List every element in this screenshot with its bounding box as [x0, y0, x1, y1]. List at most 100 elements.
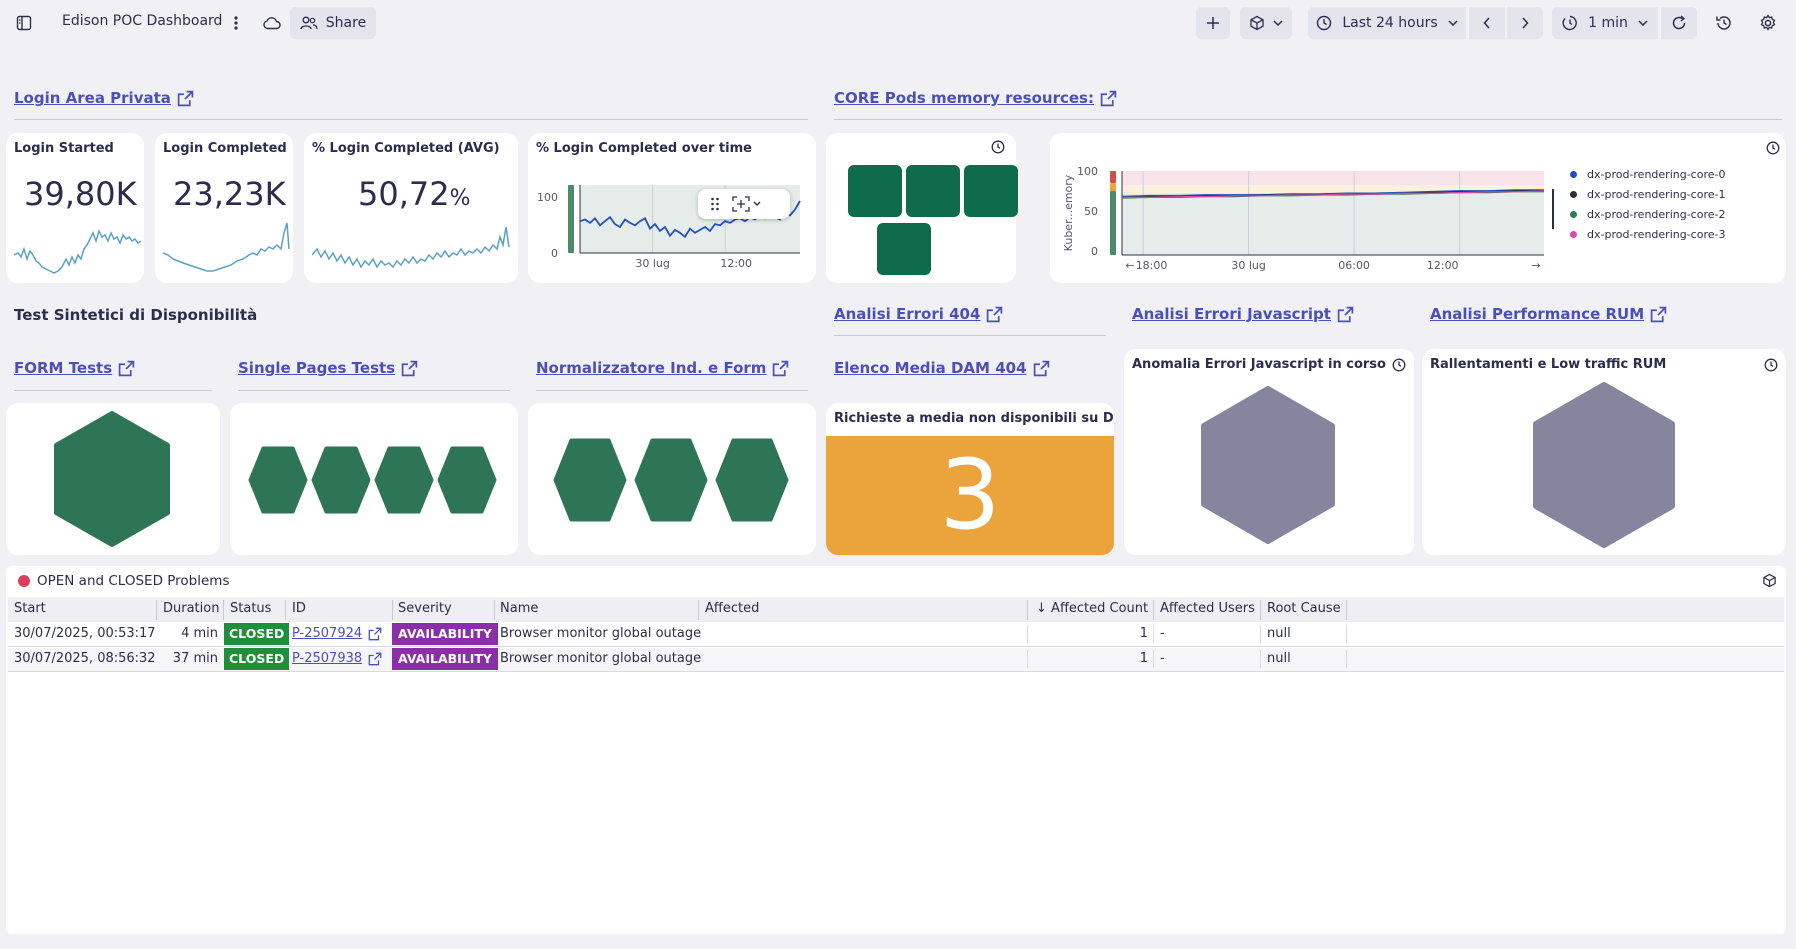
chevron-left-icon [1483, 17, 1490, 29]
status-hexagon[interactable] [552, 437, 628, 523]
cube-icon[interactable] [1762, 573, 1777, 588]
normalizzatore-tile[interactable] [528, 403, 816, 555]
sidebar-toggle-icon[interactable] [12, 7, 36, 39]
core-pods-section-label: CORE Pods memory resources: [834, 89, 1094, 107]
cell-root-cause: null [1267, 626, 1291, 641]
legend-item[interactable]: dx-prod-rendering-core-2 [1570, 208, 1725, 221]
legend-scroll-indicator[interactable] [1552, 189, 1554, 229]
legend-item[interactable]: dx-prod-rendering-core-1 [1570, 188, 1725, 201]
timeframe-next-button[interactable] [1507, 7, 1543, 39]
column-divider[interactable] [1153, 600, 1154, 620]
external-link-icon [773, 360, 789, 376]
column-header-affected-users[interactable]: Affected Users [1160, 601, 1255, 619]
status-hexagon[interactable] [311, 445, 371, 515]
timeframe-selector[interactable]: Last 24 hours [1308, 7, 1466, 39]
problem-id-link[interactable]: P-2507938 [292, 648, 362, 670]
pod-cell[interactable] [848, 165, 902, 217]
threshold-bar [568, 185, 574, 253]
column-divider[interactable] [1260, 600, 1261, 620]
column-header-affected[interactable]: Affected [705, 601, 759, 619]
normalizzatore-link[interactable]: Normalizzatore Ind. e Form [536, 359, 789, 377]
cell-affected-count: 1 [1139, 626, 1148, 641]
threshold-band-ok [1122, 193, 1544, 255]
status-hexagon[interactable] [633, 437, 709, 523]
more-menu-icon[interactable] [224, 7, 248, 39]
timeframe-label: Last 24 hours [1342, 15, 1438, 31]
problem-id-link[interactable]: P-2507924 [292, 623, 362, 645]
form-tests-tile[interactable] [6, 403, 220, 555]
column-header-duration[interactable]: Duration [163, 601, 219, 619]
column-divider[interactable] [1027, 600, 1028, 620]
status-hexagon[interactable] [1530, 381, 1678, 549]
legend-item[interactable]: dx-prod-rendering-core-3 [1570, 228, 1725, 241]
column-header-start[interactable]: Start [14, 601, 46, 619]
clock-icon [1392, 358, 1406, 372]
settings-gear-icon[interactable] [1754, 7, 1782, 39]
single-pages-tile[interactable] [230, 403, 518, 555]
column-divider[interactable] [1346, 600, 1347, 620]
timeframe-previous-button[interactable] [1469, 7, 1505, 39]
refresh-button[interactable] [1661, 7, 1697, 39]
login-completed-tile[interactable]: Login Completed 23,23K [155, 133, 293, 283]
core-pods-section-link[interactable]: CORE Pods memory resources: [834, 89, 1117, 107]
media-dam-label: Elenco Media DAM 404 [834, 359, 1027, 377]
pod-cell[interactable] [877, 223, 931, 275]
table-header-row [8, 597, 1784, 622]
rum-slowdown-tile[interactable]: Rallentamenti e Low traffic RUM [1422, 349, 1786, 555]
share-button[interactable]: Share [290, 7, 376, 39]
pod-cell[interactable] [964, 165, 1018, 217]
column-header-affected-count[interactable]: ↓ Affected Count [1036, 601, 1148, 619]
drag-handle-icon[interactable] [710, 197, 720, 211]
login-started-tile[interactable]: Login Started 39,80K [6, 133, 144, 283]
column-divider[interactable] [698, 600, 699, 620]
threshold-bar-ok [1110, 191, 1116, 255]
cell-id[interactable]: P-2507924 [292, 623, 382, 645]
cloud-sync-icon[interactable] [260, 7, 284, 39]
refresh-interval-selector[interactable]: 1 min [1552, 7, 1658, 39]
column-header-severity[interactable]: Severity [398, 601, 452, 619]
tile-value: 39,80K [24, 175, 137, 213]
legend-item[interactable]: dx-prod-rendering-core-0 [1570, 168, 1725, 181]
column-divider[interactable] [494, 600, 495, 620]
cell-id[interactable]: P-2507938 [292, 648, 382, 670]
add-tile-button[interactable] [1196, 7, 1230, 39]
core-pods-honeycomb-tile[interactable] [826, 133, 1018, 283]
tile-title: % Login Completed (AVG) [312, 141, 500, 156]
column-divider[interactable] [392, 600, 393, 620]
single-pages-link[interactable]: Single Pages Tests [238, 359, 418, 377]
rum-section-link[interactable]: Analisi Performance RUM [1430, 305, 1667, 323]
status-hexagon[interactable] [248, 445, 308, 515]
column-header-name[interactable]: Name [500, 601, 538, 619]
history-icon[interactable] [1710, 7, 1738, 39]
column-divider[interactable] [223, 600, 224, 620]
js-anomaly-tile[interactable]: Anomalia Errori Javascript in corso [1124, 349, 1414, 555]
column-header-status[interactable]: Status [230, 601, 271, 619]
status-hexagon[interactable] [1198, 385, 1338, 545]
status-hexagon[interactable] [374, 445, 434, 515]
external-link-icon [1100, 90, 1117, 106]
clock-icon [1317, 15, 1332, 31]
errors-404-section-link[interactable]: Analisi Errori 404 [834, 305, 1003, 323]
media-dam-link[interactable]: Elenco Media DAM 404 [834, 359, 1050, 377]
errors-js-section-link[interactable]: Analisi Errori Javascript [1132, 305, 1354, 323]
dam-media-tile[interactable]: Richieste a media non disponibili su DAM… [826, 403, 1114, 555]
column-header-id[interactable]: ID [292, 601, 306, 619]
rum-label: Analisi Performance RUM [1430, 305, 1645, 323]
login-over-time-tile[interactable]: % Login Completed over time 0 100 30 lug 12… [528, 133, 816, 283]
status-hexagon[interactable] [52, 411, 172, 547]
status-hexagon[interactable] [714, 437, 790, 523]
column-divider[interactable] [285, 600, 286, 620]
dashboard-title[interactable]: Edison POC Dashboard [62, 13, 222, 29]
segments-button[interactable] [1240, 7, 1292, 39]
login-pct-tile[interactable]: % Login Completed (AVG) 50,72% [304, 133, 518, 283]
login-section-link[interactable]: Login Area Privata [14, 89, 194, 107]
sort-descending-icon: ↓ [1036, 601, 1047, 616]
status-hexagon[interactable] [437, 445, 497, 515]
pod-cell[interactable] [906, 165, 960, 217]
form-tests-link[interactable]: FORM Tests [14, 359, 135, 377]
column-divider[interactable] [156, 600, 157, 620]
column-header-root-cause[interactable]: Root Cause [1267, 601, 1341, 619]
external-link-icon [368, 652, 382, 666]
core-pods-memory-tile[interactable]: 0 50 100 Kuber...emory 18:00 30 lug 06:00 12:00… [1050, 133, 1786, 283]
zoom-select-icon[interactable] [732, 196, 762, 212]
